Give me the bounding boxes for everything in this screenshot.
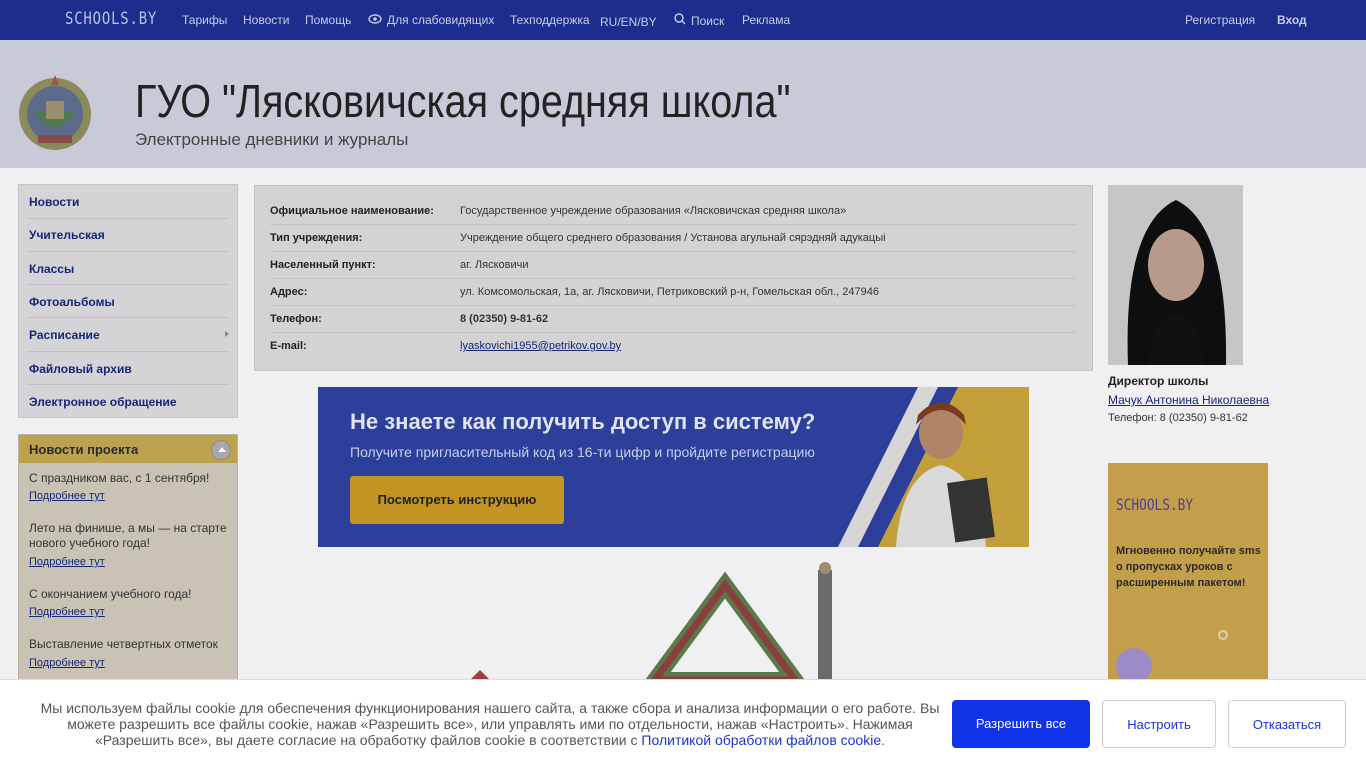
school-info-table: Официальное наименование: Государственно… <box>254 185 1093 371</box>
info-label: Телефон: <box>270 313 322 325</box>
news-item-link[interactable]: Подробнее тут <box>29 556 105 568</box>
news-item-text: С окончанием учебного года! <box>29 587 192 601</box>
search-icon <box>674 13 686 25</box>
info-value: Учреждение общего среднего образования /… <box>460 232 886 244</box>
cookie-settings-button[interactable]: Настроить <box>1102 700 1216 748</box>
language-switcher[interactable]: RU/EN/BY <box>600 15 657 29</box>
news-item-text: Выставление четвертных отметок <box>29 637 218 651</box>
menu-item-e-appeal[interactable]: Электронное обращение <box>29 395 177 409</box>
side-menu: Новости Учительская Классы Фотоальбомы Р… <box>18 184 238 418</box>
row-divider <box>270 224 1077 225</box>
ad-logo: SCHOOLS.BY <box>1116 495 1194 514</box>
news-item-link[interactable]: Подробнее тут <box>29 606 105 618</box>
nav-search[interactable]: Поиск <box>674 13 724 28</box>
school-header: ГУО "Лясковичская средняя школа" Электро… <box>0 40 1366 168</box>
nav-help[interactable]: Помощь <box>305 13 351 27</box>
menu-item-classes[interactable]: Классы <box>29 262 74 276</box>
menu-item-teachers[interactable]: Учительская <box>29 228 105 242</box>
menu-item-file-archive[interactable]: Файловый архив <box>29 362 132 376</box>
banner-title: Не знаете как получить доступ в систему? <box>350 409 816 434</box>
menu-item-news[interactable]: Новости <box>29 195 79 209</box>
nav-accessibility[interactable]: Для слабовидящих <box>368 13 494 27</box>
decorative-circle-icon <box>1218 630 1228 640</box>
info-label: Официальное наименование: <box>270 205 434 217</box>
cookie-message: Мы используем файлы cookie для обеспечен… <box>30 700 950 748</box>
cookie-period: . <box>881 732 886 748</box>
nav-tariffs[interactable]: Тарифы <box>182 13 227 27</box>
top-navigation-bar: SCHOOLS.BY Тарифы Новости Помощь Для сла… <box>0 0 1366 40</box>
page-title: ГУО "Лясковичская средняя школа" <box>135 75 791 127</box>
chevron-right-icon <box>225 331 229 337</box>
cookie-policy-link[interactable]: Политикой обработки файлов cookie <box>641 732 881 748</box>
login-link[interactable]: Вход <box>1277 13 1307 27</box>
nav-news[interactable]: Новости <box>243 13 289 27</box>
menu-divider <box>27 384 229 385</box>
woman-illustration <box>896 402 995 547</box>
allow-all-button[interactable]: Разрешить все <box>952 700 1090 748</box>
menu-item-schedule[interactable]: Расписание <box>29 328 100 342</box>
news-item-link[interactable]: Подробнее тут <box>29 490 105 502</box>
news-item-link[interactable]: Подробнее тут <box>29 657 105 669</box>
project-news-header[interactable]: Новости проекта <box>19 435 237 463</box>
nav-search-label: Поиск <box>691 14 725 28</box>
menu-divider <box>27 251 229 252</box>
info-value: аг. Лясковичи <box>460 259 529 271</box>
info-phone-value: 8 (02350) 9-81-62 <box>460 313 549 325</box>
menu-divider <box>27 317 229 318</box>
row-divider <box>270 278 1077 279</box>
page-subtitle: Электронные дневники и журналы <box>135 130 409 149</box>
access-instructions-banner[interactable]: Не знаете как получить доступ в систему?… <box>318 387 1029 547</box>
row-divider <box>270 332 1077 333</box>
info-label: Тип учреждения: <box>270 232 363 244</box>
project-news-title: Новости проекта <box>29 442 139 457</box>
info-label: Адрес: <box>270 286 308 298</box>
director-role: Директор школы <box>1108 374 1209 388</box>
email-link[interactable]: lyaskovichi1955@petrikov.gov.by <box>460 340 621 352</box>
promo-graphic <box>470 562 832 680</box>
nav-advertising[interactable]: Реклама <box>742 13 790 27</box>
belarus-emblem-icon <box>19 75 91 150</box>
ad-text: Мгновенно получайте sms о пропусках урок… <box>1116 545 1261 589</box>
nav-support[interactable]: Техподдержка <box>510 13 590 27</box>
menu-divider <box>27 284 229 285</box>
info-value: ул. Комсомольская, 1а, аг. Лясковичи, Пе… <box>460 286 879 298</box>
decline-button[interactable]: Отказаться <box>1228 700 1346 748</box>
sms-ad-banner[interactable]: SCHOOLS.BY Мгновенно получайте sms о про… <box>1108 463 1268 693</box>
cookie-consent-bar: Мы используем файлы cookie для обеспечен… <box>0 679 1366 768</box>
row-divider <box>270 251 1077 252</box>
director-name-link[interactable]: Мачук Антонина Николаевна <box>1108 393 1269 407</box>
director-phone: Телефон: 8 (02350) 9-81-62 <box>1108 412 1248 424</box>
menu-divider <box>27 351 229 352</box>
view-instructions-button[interactable]: Посмотреть инструкцию <box>350 476 564 524</box>
info-value: Государственное учреждение образования «… <box>460 205 847 217</box>
menu-item-photo-albums[interactable]: Фотоальбомы <box>29 295 115 309</box>
row-divider <box>270 305 1077 306</box>
eye-icon <box>368 14 382 24</box>
director-photo <box>1108 185 1243 365</box>
nav-accessibility-label: Для слабовидящих <box>387 13 495 27</box>
site-logo[interactable]: SCHOOLS.BY <box>65 9 157 29</box>
info-label: Населенный пункт: <box>270 259 376 271</box>
news-item-text: С праздником вас, с 1 сентября! <box>29 471 210 485</box>
news-item-text: Лето на финише, а мы — на старте нового … <box>29 521 227 550</box>
collapse-toggle-icon[interactable] <box>211 440 231 460</box>
menu-divider <box>27 218 229 219</box>
project-news-panel: Новости проекта С праздником вас, с 1 се… <box>18 434 238 694</box>
director-portrait <box>1108 185 1243 365</box>
info-label: E-mail: <box>270 340 307 352</box>
register-link[interactable]: Регистрация <box>1185 13 1255 27</box>
banner-subtitle: Получите пригласительный код из 16-ти ци… <box>350 444 815 460</box>
